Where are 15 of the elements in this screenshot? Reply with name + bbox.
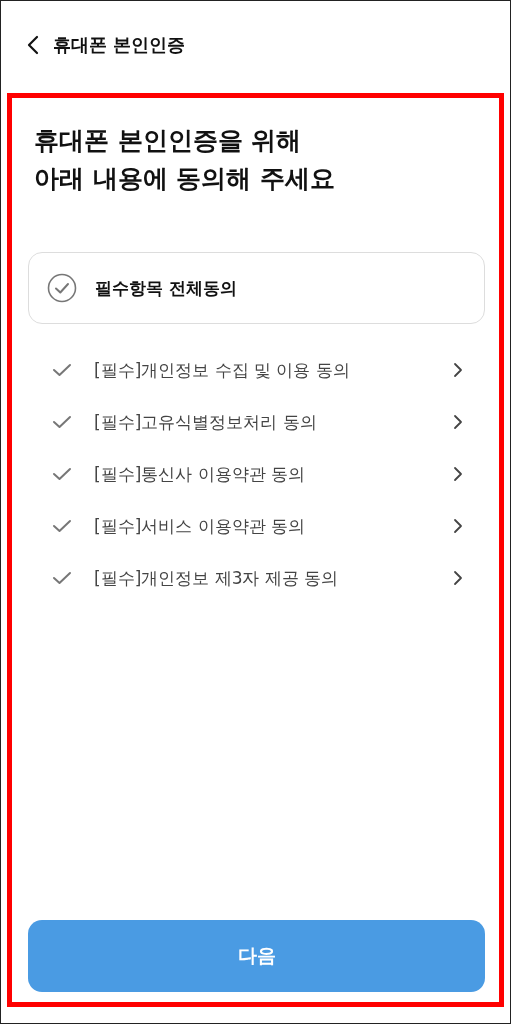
chevron-right-icon	[453, 362, 463, 378]
heading-text: 아래 내용에 동의해 주세요	[34, 163, 337, 195]
agree-all-card[interactable]: 필수항목 전체동의	[28, 252, 485, 324]
terms-item-link[interactable]: [필수]고유식별정보처리 동의	[94, 410, 431, 434]
page-title: 휴대폰 본인인증	[53, 33, 186, 57]
agree-all-label: 필수항목 전체동의	[95, 276, 237, 300]
chevron-right-icon	[453, 570, 463, 586]
terms-item-link[interactable]: [필수]개인정보 수집 및 이용 동의	[94, 358, 431, 382]
chevron-right-icon	[453, 414, 463, 430]
heading-text: 휴대폰 본인인증을 위해	[34, 125, 303, 157]
chevron-right-icon	[453, 466, 463, 482]
terms-item-link[interactable]: [필수]개인정보 제3자 제공 동의	[94, 566, 431, 590]
chevron-right-icon	[453, 518, 463, 534]
terms-item-link[interactable]: [필수]서비스 이용약관 동의	[94, 514, 431, 538]
terms-item-link[interactable]: [필수]통신사 이용약관 동의	[94, 462, 431, 486]
